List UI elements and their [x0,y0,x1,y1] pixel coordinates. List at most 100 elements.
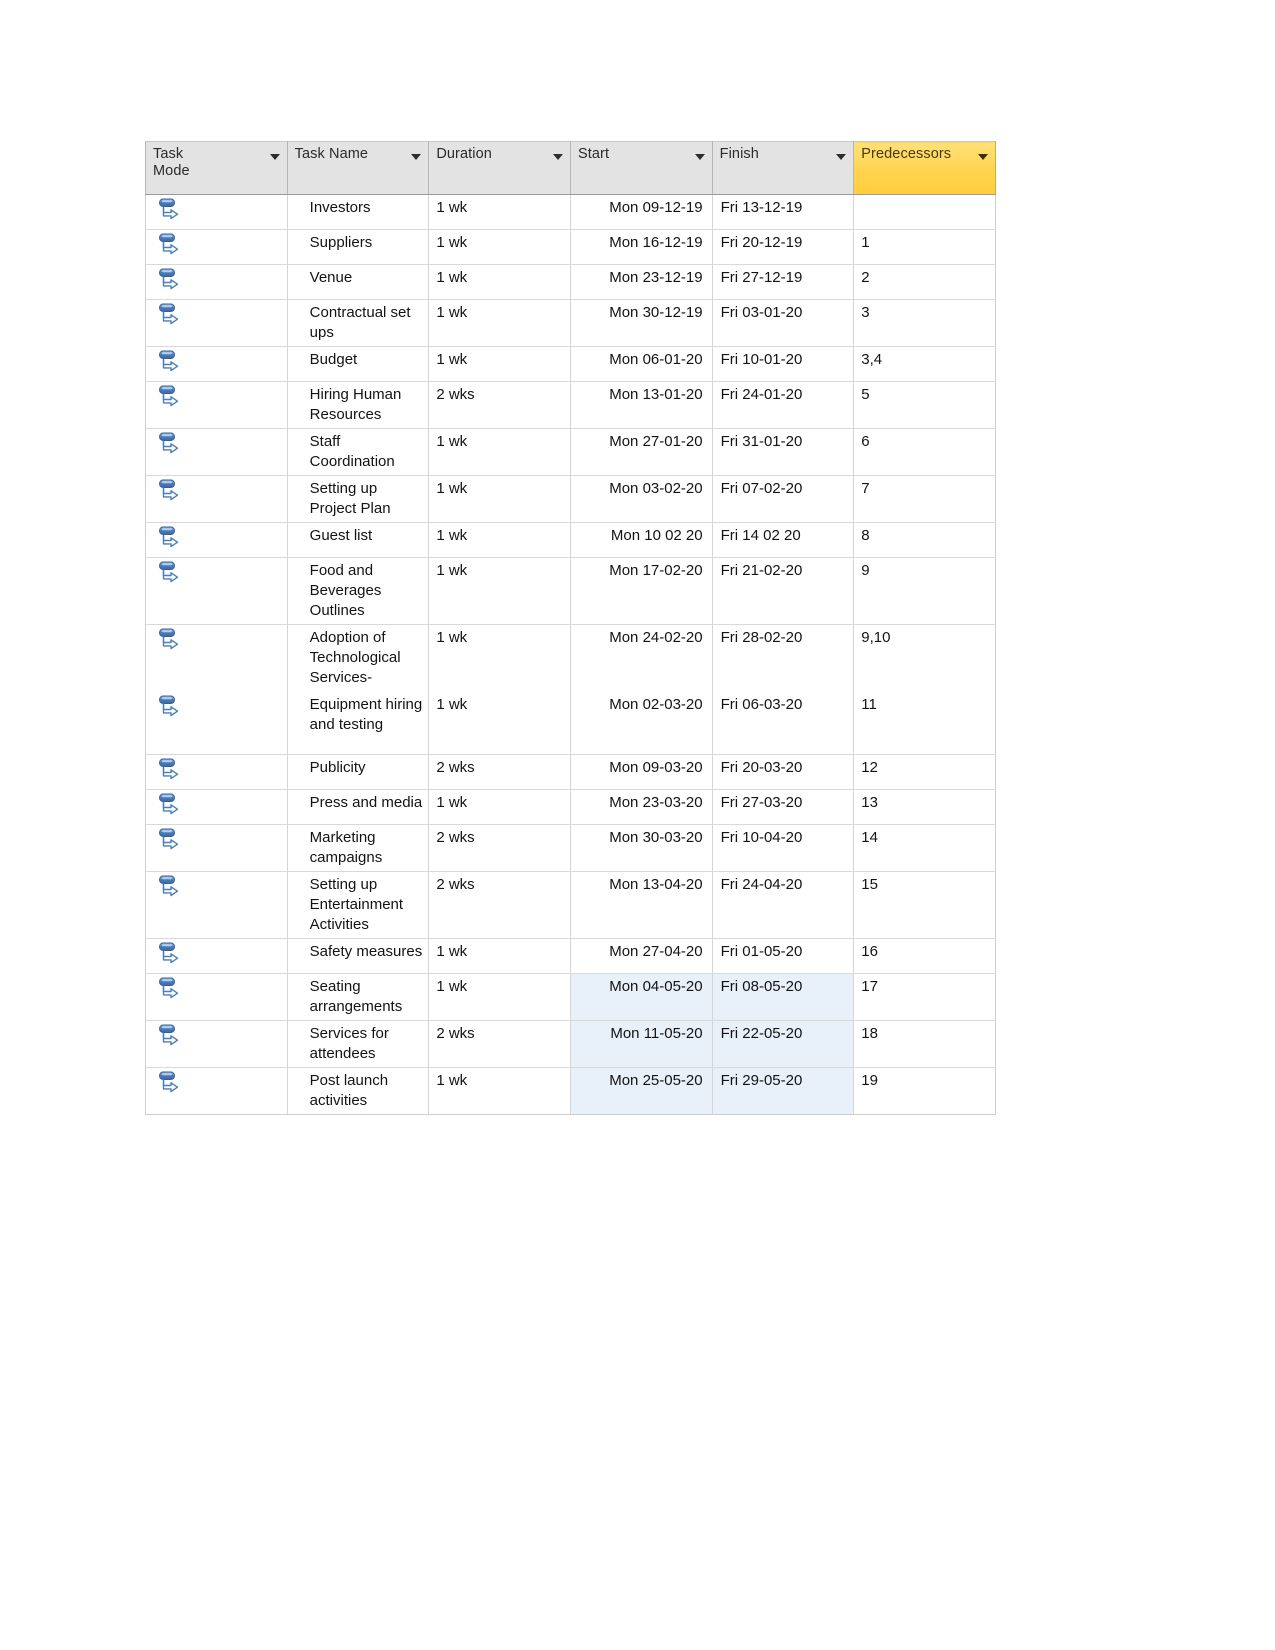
cell-start-date[interactable]: Mon 17-02-20 [570,557,713,625]
table-row[interactable]: Setting up Entertainment Activities 2 wks… [145,871,996,939]
cell-finish-date[interactable]: Fri 20-12-19 [712,229,855,265]
column-header-mode[interactable]: Task Mode [145,141,288,195]
cell-finish-date[interactable]: Fri 21-02-20 [712,557,855,625]
cell-start-date[interactable]: Mon 16-12-19 [570,229,713,265]
filter-dropdown-icon[interactable] [269,154,280,160]
cell-predecessors[interactable]: 11 [853,691,996,755]
table-row[interactable]: Services for attendees 2 wks Mon 11-05-20 F… [145,1020,996,1068]
cell-finish-date[interactable]: Fri 10-04-20 [712,824,855,872]
cell-duration[interactable]: 1 wk [428,428,571,476]
cell-task-mode[interactable] [145,754,288,790]
cell-finish-date[interactable]: Fri 08-05-20 [712,973,855,1021]
filter-dropdown-icon[interactable] [411,154,422,160]
table-row[interactable]: Equipment hiring and testing 1 wk Mon 02-0… [145,691,996,755]
cell-task-name[interactable]: Guest list [287,522,430,558]
cell-predecessors[interactable] [853,194,996,230]
cell-task-name[interactable]: Publicity [287,754,430,790]
cell-predecessors[interactable]: 7 [853,475,996,523]
table-row[interactable]: Safety measures 1 wk Mon 27-04-20 Fri 01-05… [145,938,996,974]
cell-task-name[interactable]: Post launch activities [287,1067,430,1115]
filter-dropdown-icon[interactable] [552,154,563,160]
cell-predecessors[interactable]: 6 [853,428,996,476]
table-row[interactable]: Suppliers 1 wk Mon 16-12-19 Fri 20-12-19 1 [145,229,996,265]
cell-finish-date[interactable]: Fri 14 02 20 [712,522,855,558]
cell-start-date[interactable]: Mon 06-01-20 [570,346,713,382]
cell-finish-date[interactable]: Fri 06-03-20 [712,691,855,755]
cell-task-mode[interactable] [145,557,288,625]
cell-finish-date[interactable]: Fri 01-05-20 [712,938,855,974]
filter-dropdown-icon[interactable] [836,154,847,160]
table-row[interactable]: Marketing campaigns 2 wks Mon 30-03-20 Fri … [145,824,996,872]
cell-predecessors[interactable]: 14 [853,824,996,872]
table-row[interactable]: Investors 1 wk Mon 09-12-19 Fri 13-12-19 [145,194,996,230]
cell-start-date[interactable]: Mon 13-01-20 [570,381,713,429]
cell-task-name[interactable]: Setting up Entertainment Activities [287,871,430,939]
cell-task-name[interactable]: Budget [287,346,430,382]
cell-finish-date[interactable]: Fri 28-02-20 [712,624,855,692]
cell-task-mode[interactable] [145,475,288,523]
cell-task-name[interactable]: Venue [287,264,430,300]
cell-task-name[interactable]: Services for attendees [287,1020,430,1068]
cell-start-date[interactable]: Mon 02-03-20 [570,691,713,755]
cell-duration[interactable]: 1 wk [428,522,571,558]
cell-predecessors[interactable]: 15 [853,871,996,939]
cell-predecessors[interactable]: 9 [853,557,996,625]
cell-start-date[interactable]: Mon 27-04-20 [570,938,713,974]
cell-duration[interactable]: 1 wk [428,1067,571,1115]
column-header-name[interactable]: Task Name [287,141,430,195]
cell-task-name[interactable]: Seating arrangements [287,973,430,1021]
cell-task-name[interactable]: Equipment hiring and testing [287,691,430,755]
cell-task-mode[interactable] [145,1020,288,1068]
cell-task-name[interactable]: Contractual set ups [287,299,430,347]
cell-task-mode[interactable] [145,381,288,429]
cell-task-mode[interactable] [145,973,288,1021]
cell-duration[interactable]: 1 wk [428,299,571,347]
cell-finish-date[interactable]: Fri 03-01-20 [712,299,855,347]
column-header-pred[interactable]: Predecessors [853,141,996,195]
cell-finish-date[interactable]: Fri 20-03-20 [712,754,855,790]
table-row[interactable]: Contractual set ups 1 wk Mon 30-12-19 Fri 0… [145,299,996,347]
table-row[interactable]: Venue 1 wk Mon 23-12-19 Fri 27-12-19 2 [145,264,996,300]
cell-task-mode[interactable] [145,299,288,347]
cell-task-mode[interactable] [145,691,288,755]
cell-start-date[interactable]: Mon 24-02-20 [570,624,713,692]
cell-predecessors[interactable]: 8 [853,522,996,558]
cell-task-mode[interactable] [145,938,288,974]
cell-task-mode[interactable] [145,789,288,825]
cell-task-mode[interactable] [145,824,288,872]
cell-start-date[interactable]: Mon 30-03-20 [570,824,713,872]
table-row[interactable]: Seating arrangements 1 wk Mon 04-05-20 Fri … [145,973,996,1021]
cell-predecessors[interactable]: 19 [853,1067,996,1115]
cell-finish-date[interactable]: Fri 27-03-20 [712,789,855,825]
cell-predecessors[interactable]: 3 [853,299,996,347]
cell-duration[interactable]: 1 wk [428,624,571,692]
cell-start-date[interactable]: Mon 30-12-19 [570,299,713,347]
cell-duration[interactable]: 1 wk [428,229,571,265]
cell-task-name[interactable]: Safety measures [287,938,430,974]
cell-task-mode[interactable] [145,194,288,230]
cell-start-date[interactable]: Mon 23-03-20 [570,789,713,825]
cell-predecessors[interactable]: 16 [853,938,996,974]
cell-start-date[interactable]: Mon 27-01-20 [570,428,713,476]
cell-duration[interactable]: 1 wk [428,557,571,625]
filter-dropdown-icon[interactable] [978,154,988,160]
table-row[interactable]: Press and media 1 wk Mon 23-03-20 Fri 27-03… [145,789,996,825]
cell-finish-date[interactable]: Fri 31-01-20 [712,428,855,476]
column-header-dur[interactable]: Duration [428,141,571,195]
cell-start-date[interactable]: Mon 13-04-20 [570,871,713,939]
cell-duration[interactable]: 1 wk [428,264,571,300]
cell-start-date[interactable]: Mon 03-02-20 [570,475,713,523]
cell-duration[interactable]: 1 wk [428,973,571,1021]
cell-task-name[interactable]: Marketing campaigns [287,824,430,872]
cell-duration[interactable]: 1 wk [428,475,571,523]
cell-duration[interactable]: 2 wks [428,381,571,429]
cell-duration[interactable]: 2 wks [428,871,571,939]
cell-finish-date[interactable]: Fri 29-05-20 [712,1067,855,1115]
cell-duration[interactable]: 1 wk [428,691,571,755]
filter-dropdown-icon[interactable] [694,154,705,160]
cell-duration[interactable]: 1 wk [428,789,571,825]
cell-start-date[interactable]: Mon 10 02 20 [570,522,713,558]
table-row[interactable]: Guest list 1 wk Mon 10 02 20 Fri 14 02 20 8 [145,522,996,558]
cell-start-date[interactable]: Mon 25-05-20 [570,1067,713,1115]
cell-start-date[interactable]: Mon 11-05-20 [570,1020,713,1068]
